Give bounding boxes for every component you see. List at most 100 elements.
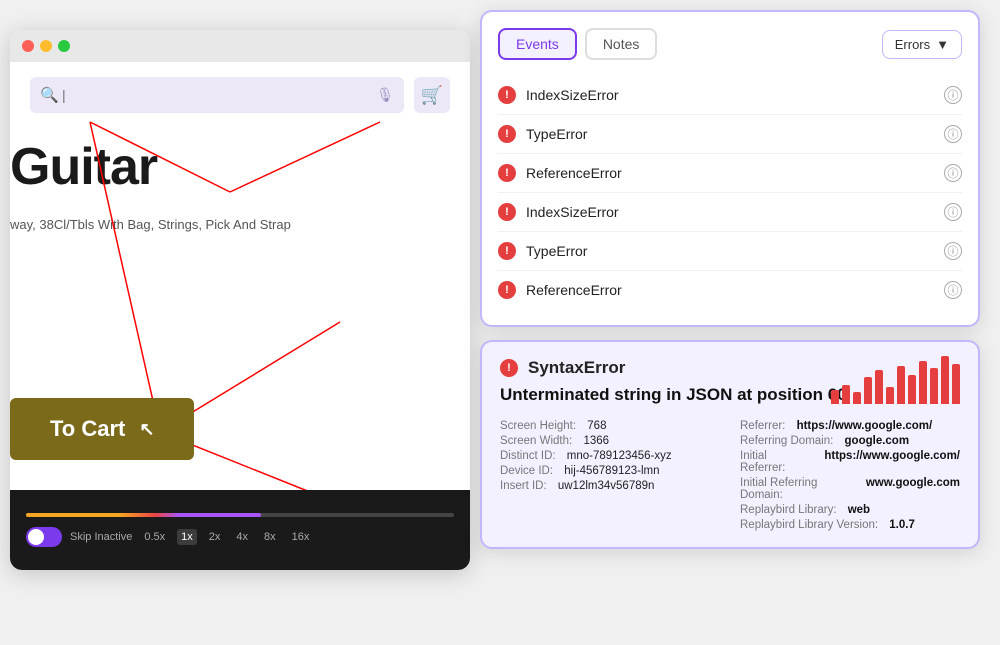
meta-label: Initial Referring Domain: [740, 477, 855, 501]
tab-notes[interactable]: Notes [585, 28, 658, 60]
browser-dot-red [22, 40, 34, 52]
info-icon-3[interactable]: ⓘ [944, 164, 962, 182]
product-title: Guitar [10, 137, 157, 197]
meta-label: Replaybird Library Version: [740, 519, 878, 531]
error-item-4: ! IndexSizeError ⓘ [498, 193, 962, 232]
bar-chart-bar [919, 361, 927, 404]
meta-label: Referrer: [740, 420, 785, 432]
meta-value: uw12lm34v56789n [558, 480, 655, 492]
cursor-icon: ↖ [139, 419, 154, 440]
mic-icon: 🎙 [376, 87, 394, 104]
meta-value: 768 [587, 420, 606, 432]
detail-meta-left-item: Insert ID: uw12lm34v56789n [500, 480, 720, 492]
error-dot-5: ! [498, 242, 516, 260]
error-name-3: ReferenceError [526, 165, 934, 181]
errors-label: Errors [895, 37, 930, 52]
speed-4x[interactable]: 4x [232, 529, 252, 545]
info-icon-4[interactable]: ⓘ [944, 203, 962, 221]
error-name-4: IndexSizeError [526, 204, 934, 220]
error-dot-4: ! [498, 203, 516, 221]
meta-label: Device ID: [500, 465, 553, 477]
error-dot-2: ! [498, 125, 516, 143]
playback-bar: Skip Inactive 0.5x 1x 2x 4x 8x 16x [10, 490, 470, 570]
search-bar-wrapper: 🔍 🎙 [30, 77, 404, 113]
meta-label: Referring Domain: [740, 435, 833, 447]
bar-chart-bar [842, 385, 850, 404]
meta-label: Screen Width: [500, 435, 572, 447]
browser-dot-yellow [40, 40, 52, 52]
error-dot-3: ! [498, 164, 516, 182]
meta-value: 1.0.7 [889, 519, 915, 531]
info-icon-1[interactable]: ⓘ [944, 86, 962, 104]
error-dot-1: ! [498, 86, 516, 104]
speed-1x[interactable]: 1x [177, 529, 197, 545]
browser-dot-green [58, 40, 70, 52]
detail-meta-right-item: Replaybird Library: web [740, 504, 960, 516]
info-icon-6[interactable]: ⓘ [944, 281, 962, 299]
meta-label: Screen Height: [500, 420, 576, 432]
error-name-1: IndexSizeError [526, 87, 934, 103]
meta-label: Initial Referrer: [740, 450, 813, 474]
speed-0.5x[interactable]: 0.5x [140, 529, 169, 545]
error-item-1: ! IndexSizeError ⓘ [498, 76, 962, 115]
meta-value: 1366 [583, 435, 609, 447]
browser-content: 🔍 🎙 🛒 Guitar way, 38Cl/Tbls With Bag, St… [10, 62, 470, 570]
bar-chart-bar [864, 377, 872, 404]
speed-2x[interactable]: 2x [205, 529, 225, 545]
detail-meta-right-item: Replaybird Library Version: 1.0.7 [740, 519, 960, 531]
error-item-5: ! TypeError ⓘ [498, 232, 962, 271]
meta-label: Replaybird Library: [740, 504, 837, 516]
detail-meta-left-item: Device ID: hij-456789123-lmn [500, 465, 720, 477]
detail-meta-right-item: Initial Referrer: https://www.google.com… [740, 450, 960, 474]
meta-value: www.google.com [866, 477, 960, 501]
bar-chart-bar [952, 364, 960, 404]
detail-meta-right-item: Referrer: https://www.google.com/ [740, 420, 960, 432]
detail-meta-right-item: Initial Referring Domain: www.google.com [740, 477, 960, 501]
info-icon-2[interactable]: ⓘ [944, 125, 962, 143]
bar-chart-bar [886, 387, 894, 404]
meta-label: Insert ID: [500, 480, 547, 492]
add-to-cart-button[interactable]: To Cart ↖ [10, 398, 194, 460]
search-icon: 🔍 [40, 86, 59, 104]
error-name-6: ReferenceError [526, 282, 934, 298]
progress-fill [26, 513, 261, 517]
detail-panel: ! SyntaxError Unterminated string in JSO… [480, 340, 980, 549]
error-item-2: ! TypeError ⓘ [498, 115, 962, 154]
skip-inactive-toggle[interactable] [26, 527, 62, 547]
events-panel-header: Events Notes Errors ▼ [498, 28, 962, 60]
meta-value: google.com [845, 435, 910, 447]
bar-chart-bar [831, 390, 839, 404]
speed-8x[interactable]: 8x [260, 529, 280, 545]
bar-chart-bar [897, 366, 905, 404]
meta-value: https://www.google.com/ [797, 420, 933, 432]
meta-label: Distinct ID: [500, 450, 556, 462]
cart-button[interactable]: 🛒 [414, 77, 450, 113]
info-icon-5[interactable]: ⓘ [944, 242, 962, 260]
bar-chart-bar [875, 370, 883, 404]
bar-chart-bar [930, 368, 938, 404]
detail-meta-left-item: Screen Height: 768 [500, 420, 720, 432]
toggle-knob [28, 529, 44, 545]
skip-inactive-label: Skip Inactive [70, 531, 132, 543]
detail-meta-right-item: Referring Domain: google.com [740, 435, 960, 447]
search-bar-area: 🔍 🎙 🛒 [30, 77, 450, 113]
progress-track[interactable] [26, 513, 454, 517]
error-name-5: TypeError [526, 243, 934, 259]
search-input[interactable] [30, 77, 404, 113]
detail-meta: Screen Height: 768 Screen Width: 1366 Dist… [500, 420, 960, 531]
bar-chart-bar [853, 392, 861, 404]
meta-value: web [848, 504, 870, 516]
speed-16x[interactable]: 16x [288, 529, 314, 545]
events-panel: Events Notes Errors ▼ ! IndexSizeError ⓘ… [480, 10, 980, 327]
detail-meta-left-item: Distinct ID: mno-789123456-xyz [500, 450, 720, 462]
browser-mockup: 🔍 🎙 🛒 Guitar way, 38Cl/Tbls With Bag, St… [10, 30, 470, 570]
dropdown-arrow-icon: ▼ [936, 37, 949, 52]
errors-dropdown[interactable]: Errors ▼ [882, 30, 962, 59]
browser-titlebar [10, 30, 470, 62]
detail-error-dot: ! [500, 359, 518, 377]
error-dot-6: ! [498, 281, 516, 299]
meta-value: hij-456789123-lmn [564, 465, 659, 477]
tab-events[interactable]: Events [498, 28, 577, 60]
bar-chart-bar [908, 375, 916, 404]
detail-meta-left-item: Screen Width: 1366 [500, 435, 720, 447]
